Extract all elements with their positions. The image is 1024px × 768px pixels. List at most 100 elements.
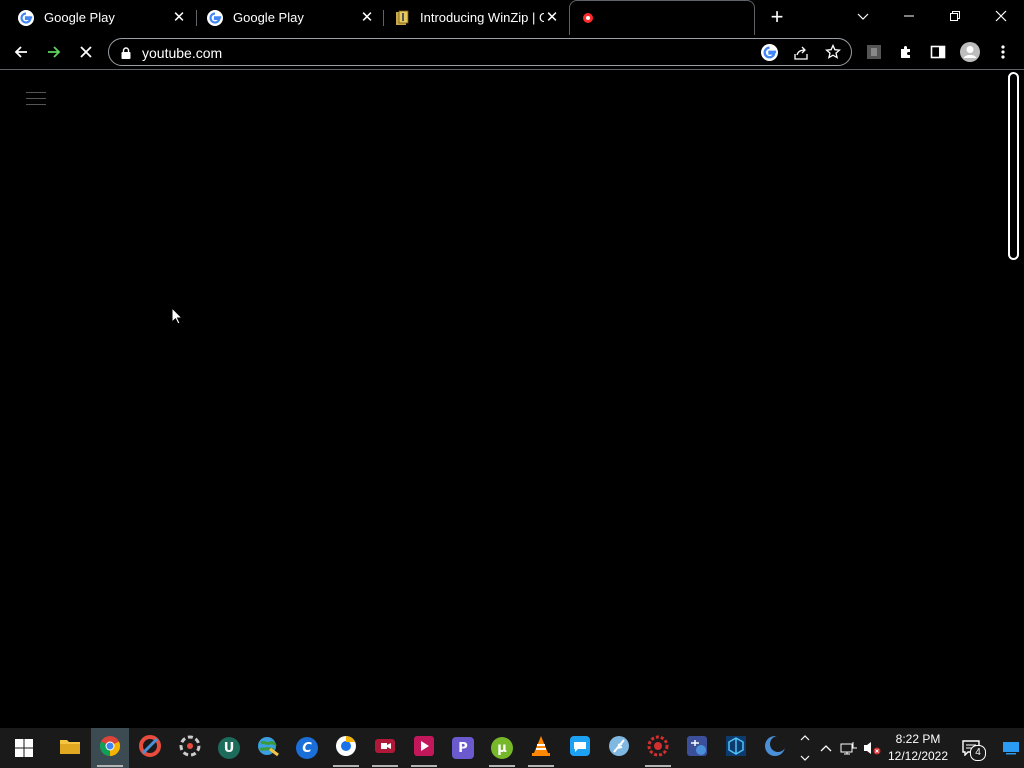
url-text: youtube.com [142, 45, 223, 61]
extension-button[interactable] [861, 39, 887, 65]
hamburger-menu-icon[interactable] [26, 92, 46, 110]
tab-winzip[interactable]: Introducing WinZip | G ✕ [384, 0, 568, 35]
forward-button[interactable] [41, 39, 67, 65]
globe-icon [256, 735, 280, 762]
avatar-icon [960, 42, 980, 62]
taskbar-switch-app[interactable] [678, 728, 716, 768]
profile-button[interactable] [957, 39, 983, 65]
taskbar-scroll-up-button[interactable] [797, 728, 813, 748]
taskbar-globe-app[interactable] [249, 728, 287, 768]
chrome-icon [99, 735, 121, 762]
show-desktop-button[interactable] [998, 728, 1024, 768]
red-gear-icon [647, 735, 669, 762]
chevron-down-icon [857, 13, 869, 20]
taskbar-uninstaller[interactable]: U [210, 728, 248, 768]
tab-title: Google Play [44, 10, 115, 25]
extension-square-icon [867, 45, 881, 59]
crescent-icon [764, 735, 786, 762]
tab-google-play-1[interactable]: Google Play ✕ [0, 0, 195, 35]
chat-bubble-icon [569, 735, 591, 762]
c-letter-icon: C [296, 737, 318, 759]
youtube-icon [582, 10, 598, 26]
close-tab-icon[interactable]: ✕ [544, 9, 560, 26]
taskbar-cube-app[interactable] [717, 728, 755, 768]
browser-toolbar: youtube.com [0, 35, 1024, 70]
taskbar-video-editor[interactable] [405, 728, 443, 768]
google-g-icon [18, 9, 34, 26]
tab-title: Introducing WinZip | G [420, 10, 544, 25]
side-panel-icon [930, 45, 946, 59]
minimize-button[interactable] [886, 0, 932, 32]
taskbar-c-app[interactable]: C [288, 728, 326, 768]
close-tab-icon[interactable]: ✕ [359, 9, 375, 26]
show-hidden-icons-button[interactable] [816, 728, 836, 768]
feather-icon [608, 735, 630, 762]
switch-icon [686, 735, 708, 762]
puzzle-icon [901, 46, 910, 58]
close-tab-icon[interactable]: ✕ [171, 9, 187, 26]
taskbar-vlc[interactable] [522, 728, 560, 768]
address-bar[interactable]: youtube.com [108, 38, 852, 66]
taskbar-utorrent[interactable]: µ [483, 728, 521, 768]
taskbar-red-gear-app[interactable] [639, 728, 677, 768]
taskbar-p-app[interactable]: P [444, 728, 482, 768]
back-button[interactable] [8, 39, 34, 65]
share-icon[interactable] [793, 45, 809, 66]
extensions-menu-button[interactable] [893, 39, 919, 65]
network-tray-button[interactable] [838, 728, 860, 768]
kebab-menu-icon [1001, 45, 1005, 59]
restore-icon [950, 11, 960, 21]
tab-google-play-2[interactable]: Google Play ✕ [197, 0, 383, 35]
chromium-icon [335, 735, 357, 762]
tab-search-button[interactable] [840, 0, 886, 32]
close-window-button[interactable] [978, 0, 1024, 32]
winzip-icon [394, 10, 410, 26]
taskbar-feather-app[interactable] [600, 728, 638, 768]
taskbar-crescent-app[interactable] [756, 728, 794, 768]
chevron-up-icon [820, 745, 832, 752]
taskbar-aperture-app[interactable] [171, 728, 209, 768]
clock-time: 8:22 PM [895, 732, 941, 746]
taskbar-messenger[interactable] [561, 728, 599, 768]
chrome-menu-button[interactable] [990, 39, 1016, 65]
taskbar-chromium-browser[interactable] [327, 728, 365, 768]
volume-muted-icon [864, 742, 881, 755]
system-clock[interactable]: 8:22 PM 12/12/2022 [886, 731, 950, 765]
mouse-pointer-icon [171, 306, 184, 330]
folder-icon [59, 737, 81, 760]
tab-youtube[interactable] [569, 0, 755, 35]
tab-title: Google Play [233, 10, 304, 25]
windows-taskbar: U C P µ 8:22 PM 12/12/2022 4 [0, 728, 1024, 768]
vlc-cone-icon [530, 735, 552, 762]
page-content [0, 70, 1024, 728]
utorrent-icon: µ [491, 737, 513, 759]
close-icon [80, 46, 92, 58]
scrollbar-thumb[interactable] [1008, 72, 1019, 260]
close-icon [995, 10, 1007, 22]
taskbar-google-chrome[interactable] [91, 728, 129, 768]
taskbar-scroll-down-button[interactable] [797, 748, 813, 768]
taskbar-ccleaner[interactable] [131, 728, 169, 768]
video-editor-icon [413, 735, 435, 762]
google-g-icon [207, 9, 223, 26]
u-letter-icon: U [218, 737, 240, 759]
chevron-up-icon [800, 735, 810, 741]
minimize-icon [904, 15, 914, 17]
bookmark-star-icon[interactable] [824, 43, 842, 65]
desktop-icon [1003, 742, 1019, 755]
arrow-right-icon [48, 46, 61, 58]
stop-loading-button[interactable] [73, 39, 99, 65]
new-tab-button[interactable]: + [766, 6, 788, 28]
restore-button[interactable] [932, 0, 978, 32]
start-button[interactable] [4, 728, 44, 768]
side-panel-button[interactable] [925, 39, 951, 65]
taskbar-screen-recorder[interactable] [366, 728, 404, 768]
video-camera-icon [374, 736, 396, 761]
cube-icon [725, 735, 747, 762]
volume-tray-button[interactable] [861, 728, 883, 768]
clock-date: 12/12/2022 [887, 749, 949, 763]
ccleaner-icon [139, 734, 161, 762]
tab-strip: Google Play ✕ Google Play ✕ Introducing … [0, 0, 1024, 35]
taskbar-file-explorer[interactable] [51, 728, 89, 768]
google-lens-icon[interactable] [761, 44, 778, 66]
